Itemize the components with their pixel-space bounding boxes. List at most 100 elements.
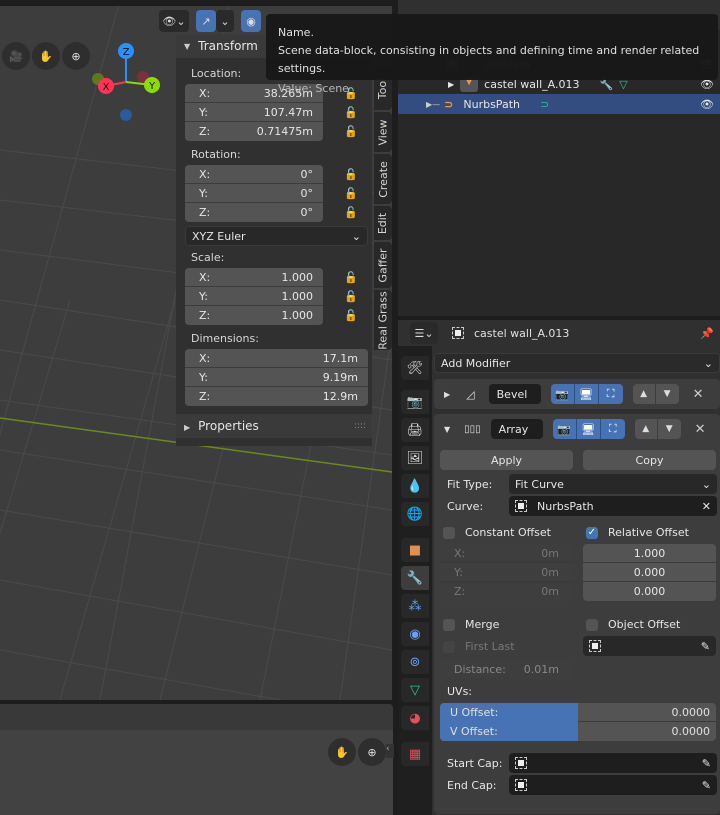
drag-handle-icon[interactable]: :::: — [354, 421, 366, 431]
move-up-icon[interactable]: ▲ — [632, 384, 656, 404]
tab-constraints[interactable]: ⊚ — [401, 650, 429, 674]
apply-button[interactable]: Apply — [440, 450, 573, 470]
constant-offset-z[interactable]: Z: 0m — [440, 582, 573, 601]
move-down-icon[interactable]: ▼ — [655, 384, 679, 404]
location-y-field[interactable]: Y: 107.47m — [185, 103, 323, 122]
eyedropper-icon[interactable]: ✎ — [701, 640, 710, 653]
fit-type-select[interactable]: Fit Curve ⌄ — [509, 474, 717, 494]
pan-button[interactable]: ✋ — [328, 738, 356, 766]
tab-output[interactable]: 🖨 — [401, 418, 429, 442]
location-z-field[interactable]: Z: 0.71475m — [185, 122, 323, 141]
tab-texture[interactable]: ▦ — [401, 742, 429, 766]
eyedropper-icon[interactable]: ✎ — [702, 779, 711, 792]
relative-offset-x[interactable]: 1.000 — [583, 544, 716, 563]
sidebar-toggle-icon[interactable]: ‹ — [386, 744, 394, 758]
editor-type-button[interactable]: ☰⌄ — [410, 322, 438, 344]
tab-create[interactable]: Create — [374, 154, 392, 204]
clear-icon[interactable]: ✕ — [702, 500, 711, 513]
lock-icon[interactable]: 🔓 — [341, 203, 361, 222]
add-modifier-button[interactable]: Add Modifier ⌄ — [434, 353, 720, 373]
viewport-toggle-icon[interactable]: 🖥 — [576, 419, 601, 439]
modifier-name-field[interactable]: Array — [490, 419, 543, 439]
v-offset-slider[interactable]: V Offset: 0.0000 — [440, 722, 716, 741]
properties-panel-header[interactable]: ▶ Properties :::: — [176, 414, 372, 438]
object-offset-checkbox[interactable]: Object Offset — [586, 618, 680, 631]
remove-modifier-icon[interactable]: ✕ — [695, 422, 706, 437]
eyedropper-icon[interactable]: ✎ — [702, 757, 711, 770]
lock-icon[interactable]: 🔓 — [341, 122, 361, 141]
merge-checkbox[interactable]: Merge — [443, 618, 499, 631]
zoom-button[interactable]: ⊕ — [358, 738, 386, 766]
expand-down-icon[interactable]: ▼ — [444, 425, 450, 434]
lock-icon[interactable]: 🔓 — [341, 306, 361, 325]
rotation-y-field[interactable]: Y: 0° — [185, 184, 323, 203]
rotation-mode-select[interactable]: XYZ Euler ⌄ — [185, 226, 368, 246]
constant-offset-x[interactable]: X: 0m — [440, 544, 573, 563]
curve-field[interactable]: NurbsPath ✕ — [509, 496, 717, 516]
editmode-toggle-icon[interactable]: ⛶ — [600, 419, 625, 439]
dimensions-y-field[interactable]: Y: 9.19m — [185, 368, 368, 387]
start-cap-field[interactable]: ✎ — [509, 753, 717, 773]
dimensions-x-field[interactable]: X: 17.1m — [185, 349, 368, 368]
move-up-icon[interactable]: ▲ — [634, 419, 658, 439]
lock-icon[interactable]: 🔓 — [341, 268, 361, 287]
lock-icon[interactable]: 🔓 — [341, 165, 361, 184]
gizmo-toggle-button[interactable]: ↗ — [196, 10, 216, 32]
relative-offset-checkbox[interactable]: ✓ Relative Offset — [586, 526, 689, 539]
scale-z-field[interactable]: Z: 1.000 — [185, 306, 323, 325]
rotation-x-field[interactable]: X: 0° — [185, 165, 323, 184]
copy-button[interactable]: Copy — [583, 450, 716, 470]
tab-tool-settings[interactable]: 🛠 — [401, 356, 429, 380]
render-toggle-icon[interactable]: 📷 — [550, 384, 575, 404]
render-toggle-icon[interactable]: 📷 — [552, 419, 577, 439]
remove-modifier-icon[interactable]: ✕ — [693, 387, 704, 402]
dimensions-z-field[interactable]: Z: 12.9m — [185, 387, 368, 406]
curve-data-icon[interactable]: ⊃ — [540, 98, 549, 111]
overlay-toggle-button[interactable]: ◉ — [241, 10, 261, 32]
tab-edit[interactable]: Edit — [374, 206, 392, 240]
tab-scene[interactable]: 💧 — [401, 474, 429, 498]
object-offset-field[interactable]: ✎ — [583, 636, 716, 656]
tab-render[interactable]: 📷 — [401, 390, 429, 414]
pin-icon[interactable]: 📌 — [700, 327, 714, 340]
rotation-z-field[interactable]: Z: 0° — [185, 203, 323, 222]
tab-particles[interactable]: ⁂ — [401, 594, 429, 618]
constant-offset-y[interactable]: Y: 0m — [440, 563, 573, 582]
u-offset-slider[interactable]: U Offset: 0.0000 — [440, 703, 716, 722]
end-cap-field[interactable]: ✎ — [509, 775, 717, 795]
viewport-toggle-icon[interactable]: 🖥 — [574, 384, 599, 404]
zoom-button[interactable]: ⊕ — [62, 42, 90, 70]
relative-offset-y[interactable]: 0.000 — [583, 563, 716, 582]
tab-real-grass[interactable]: Real Grass — [374, 290, 392, 350]
scale-x-field[interactable]: X: 1.000 — [185, 268, 323, 287]
tab-data[interactable]: ▽ — [401, 678, 429, 702]
editmode-toggle-icon[interactable]: ⛶ — [598, 384, 623, 404]
distance-field[interactable]: Distance: 0.01m — [440, 659, 573, 679]
tab-view[interactable]: View — [374, 112, 392, 152]
tab-physics[interactable]: ◉ — [401, 622, 429, 646]
scale-y-field[interactable]: Y: 1.000 — [185, 287, 323, 306]
lock-icon[interactable]: 🔓 — [341, 103, 361, 122]
tab-object[interactable]: ■ — [401, 538, 429, 562]
gizmo-dropdown[interactable]: ⌄ — [216, 10, 234, 32]
move-down-icon[interactable]: ▼ — [657, 419, 681, 439]
tab-material[interactable]: ◕ — [401, 706, 429, 730]
lock-icon[interactable]: 🔓 — [341, 287, 361, 306]
constant-offset-checkbox[interactable]: Constant Offset — [443, 526, 551, 539]
pan-button[interactable]: ✋ — [32, 42, 60, 70]
relative-offset-z[interactable]: 0.000 — [583, 582, 716, 601]
tab-modifiers[interactable]: 🔧 — [401, 566, 429, 590]
checkmark-icon: ✓ — [586, 526, 598, 539]
camera-view-button[interactable]: 🎥 — [2, 42, 30, 70]
expand-right-icon[interactable]: ▶ — [444, 390, 450, 399]
eye-icon[interactable]: 👁 — [700, 98, 714, 111]
lock-icon[interactable]: 🔓 — [341, 184, 361, 203]
first-last-checkbox[interactable]: First Last — [443, 640, 515, 653]
tab-view-layer[interactable]: 🖼 — [401, 446, 429, 470]
object-icon — [515, 757, 527, 769]
tab-world[interactable]: 🌐 — [401, 502, 429, 526]
tab-gaffer[interactable]: Gaffer — [374, 242, 392, 288]
visibility-selectability-button[interactable]: 👁⌄ — [159, 10, 189, 32]
navigation-gizmo[interactable]: Z X Y — [90, 40, 170, 125]
modifier-name-field[interactable]: Bevel — [488, 384, 541, 404]
